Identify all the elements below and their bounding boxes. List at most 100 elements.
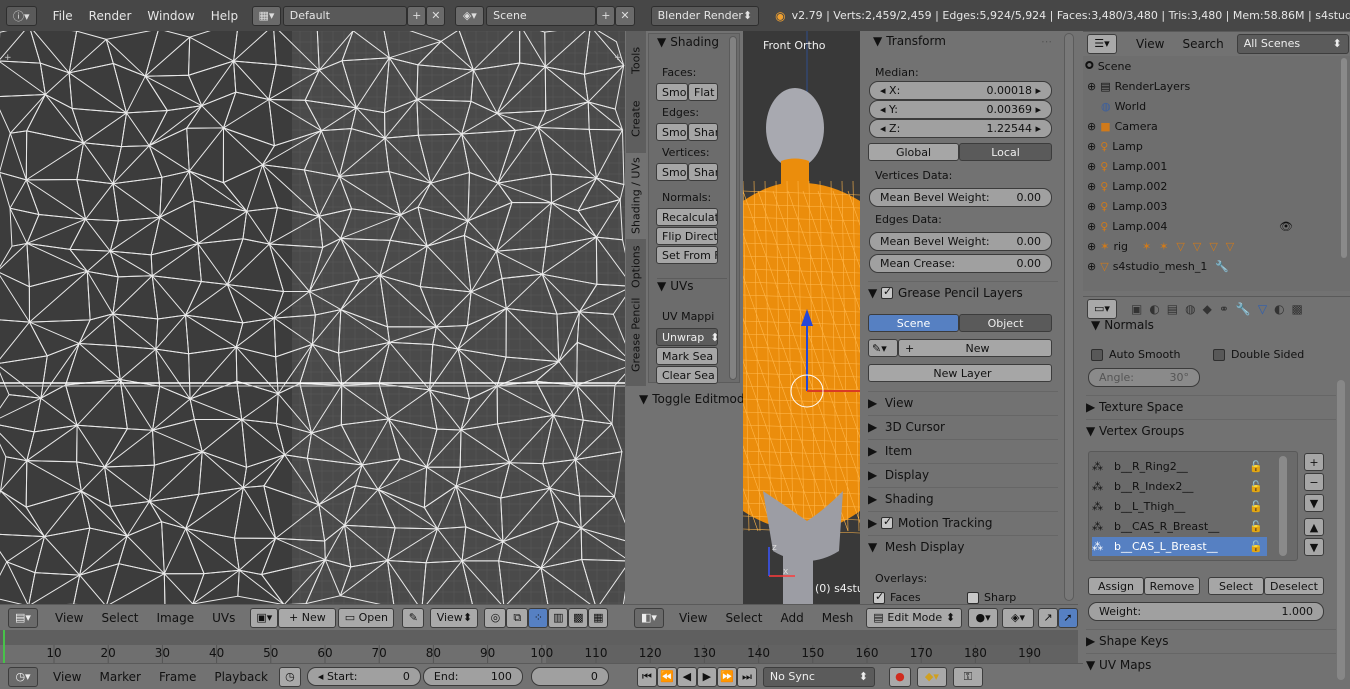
local-toggle[interactable]: Local xyxy=(959,143,1052,161)
double-sided-toggle[interactable]: Double Sided xyxy=(1213,348,1304,361)
uvs-panel-header[interactable]: ▼ UVs xyxy=(657,278,727,293)
item-panel-header[interactable]: ▶ Item xyxy=(868,439,1058,461)
tab-options[interactable]: Options xyxy=(626,243,646,291)
tool-shelf-scrollbar[interactable] xyxy=(729,36,737,380)
mode-dropdown[interactable]: ▤ Edit Mode ⬍ xyxy=(866,607,963,628)
uv-menu-uvs[interactable]: UVs xyxy=(203,611,244,625)
median-z-field[interactable]: ◂ Z: 1.22544 ▸ xyxy=(869,119,1052,138)
clear-seam-button[interactable]: Clear Sea xyxy=(656,366,718,384)
uv-menu-image[interactable]: Image xyxy=(148,611,204,625)
outliner-row-camera[interactable]: ⊕ ■ Camera xyxy=(1083,116,1338,136)
flip-direction-button[interactable]: Flip Direct xyxy=(656,227,718,245)
median-y-field[interactable]: ◂ Y: 0.00369 ▸ xyxy=(869,100,1052,119)
outliner-row-lamp-004[interactable]: ⊕ ♀ Lamp.004 👁 xyxy=(1083,216,1338,236)
edge-select-icon[interactable]: ▥ xyxy=(548,607,569,628)
grease-pencil-panel-header[interactable]: ▼ Grease Pencil Layers xyxy=(868,281,1058,303)
sync-dropdown[interactable]: No Sync ⬍ xyxy=(762,666,875,687)
editor-type-icon[interactable]: ☰▾ xyxy=(1087,33,1117,54)
motion-tracking-checkbox[interactable] xyxy=(881,515,894,529)
scene-icon[interactable]: ◈▾ xyxy=(455,5,485,26)
vertex-group-row[interactable]: ⁂ b__R_Ring2__ 🔓 xyxy=(1092,457,1267,476)
face-select-icon[interactable]: ▩ xyxy=(568,607,589,628)
lock-icon[interactable]: 🔓 xyxy=(1249,460,1263,473)
gp-scene-toggle[interactable]: Scene xyxy=(868,314,959,332)
sync-selection-icon[interactable]: ⧉ xyxy=(506,607,529,628)
menu-help[interactable]: Help xyxy=(203,9,246,23)
keying-icon[interactable]: ◆▾ xyxy=(916,666,947,687)
outliner-row-scene[interactable]: 🞉 Scene xyxy=(1083,56,1338,76)
property-context-icons[interactable]: ▣◐▤◍◆⚭🔧▽◐▩ xyxy=(1131,302,1310,316)
3d-viewport[interactable]: z x Front Ortho (0) s4stu xyxy=(743,31,860,604)
mark-seam-button[interactable]: Mark Sea xyxy=(656,347,718,365)
outliner-display-dropdown[interactable]: All Scenes ⬍ xyxy=(1236,33,1349,54)
jump-start-icon[interactable]: ⏮ xyxy=(636,666,657,687)
open-image-button[interactable]: ▭ Open xyxy=(338,607,395,628)
remove-button[interactable]: Remove xyxy=(1144,577,1200,595)
view3d-menu-mesh[interactable]: Mesh xyxy=(813,611,863,625)
grease-pencil-checkbox[interactable] xyxy=(881,285,894,299)
remove-vertex-group-button[interactable]: − xyxy=(1304,473,1324,491)
uv-menu-view[interactable]: View xyxy=(46,611,92,625)
prev-keyframe-icon[interactable]: ⏪ xyxy=(656,666,677,687)
next-keyframe-icon[interactable]: ⏩ xyxy=(716,666,737,687)
visibility-eye-icon[interactable]: 👁 xyxy=(1279,220,1293,233)
drag-handle-icon[interactable]: ⋯ xyxy=(1041,35,1052,48)
uv-menu-select[interactable]: Select xyxy=(92,611,147,625)
display-panel-header[interactable]: ▶ Display xyxy=(868,463,1058,485)
sharp-overlay-toggle[interactable]: Sharp xyxy=(967,591,1016,604)
timeline-menu-marker[interactable]: Marker xyxy=(90,670,149,684)
editor-type-icon[interactable]: ◧▾ xyxy=(634,607,664,628)
mesh-display-panel-header[interactable]: ▼ Mesh Display xyxy=(868,535,1058,557)
median-x-field[interactable]: ◂ X: 0.00018 ▸ xyxy=(869,81,1052,100)
select-button[interactable]: Select xyxy=(1208,577,1264,595)
editor-type-icon[interactable]: ◷▾ xyxy=(8,666,38,687)
uv-maps-panel-header[interactable]: ▼ UV Maps xyxy=(1086,653,1336,675)
tab-grease-pencil[interactable]: Grease Pencil xyxy=(626,295,646,375)
keying-set-icon[interactable]: ⚿ xyxy=(952,666,983,687)
timeline-menu-view[interactable]: View xyxy=(44,670,90,684)
outliner-row-lamp-003[interactable]: ⊕ ♀ Lamp.003 xyxy=(1083,196,1338,216)
preview-range-icon[interactable]: ◷ xyxy=(278,666,301,687)
menu-file[interactable]: File xyxy=(45,9,81,23)
outliner-row-lamp[interactable]: ⊕ ♀ Lamp xyxy=(1083,136,1338,156)
vertex-select-icon[interactable]: ⁘ xyxy=(528,607,549,628)
screen-layout-dropdown[interactable]: Default xyxy=(282,5,408,26)
npanel-scrollbar[interactable] xyxy=(1064,33,1074,601)
mean-crease-field[interactable]: Mean Crease: 0.00 xyxy=(869,254,1052,273)
outliner-menu-search[interactable]: Search xyxy=(1173,37,1232,51)
vertex-mean-bevel-field[interactable]: Mean Bevel Weight: 0.00 xyxy=(869,188,1052,207)
3d-cursor-panel-header[interactable]: ▶ 3D Cursor xyxy=(868,415,1058,437)
vertex-group-row-active[interactable]: ⁂ b__CAS_L_Breast__ 🔓 xyxy=(1092,537,1267,556)
lock-icon[interactable]: 🔓 xyxy=(1249,500,1263,513)
vertex-group-row[interactable]: ⁂ b__L_Thigh__ 🔓 xyxy=(1092,497,1267,516)
timeline-menu-playback[interactable]: Playback xyxy=(205,670,277,684)
screen-layout-icon[interactable]: ▦▾ xyxy=(252,5,281,26)
vertex-groups-scrollbar[interactable] xyxy=(1279,456,1287,556)
set-from-faces-button[interactable]: Set From F xyxy=(656,246,718,264)
render-engine-dropdown[interactable]: Blender Render ⬍ xyxy=(650,5,760,26)
editor-type-icon[interactable]: ▭▾ xyxy=(1087,298,1117,319)
pivot-point-icon[interactable]: ◈▾ xyxy=(1002,607,1034,628)
play-icon[interactable]: ▶ xyxy=(696,666,717,687)
pivot-icon[interactable]: ◎ xyxy=(484,607,507,628)
deselect-button[interactable]: Deselect xyxy=(1264,577,1324,595)
tab-tools[interactable]: Tools xyxy=(626,35,646,85)
gp-object-toggle[interactable]: Object xyxy=(959,314,1052,332)
lock-icon[interactable]: 🔓 xyxy=(1249,480,1263,493)
gp-pencil-icon[interactable]: ✎▾ xyxy=(868,339,898,357)
current-frame-field[interactable]: 0 xyxy=(530,667,609,686)
add-vertex-group-button[interactable]: + xyxy=(1304,453,1324,471)
faces-flat-button[interactable]: Flat xyxy=(688,83,718,101)
transform-panel-header[interactable]: ▼ Transform xyxy=(873,34,946,48)
view3d-menu-view[interactable]: View xyxy=(670,611,716,625)
record-icon[interactable]: ● xyxy=(888,666,911,687)
move-up-button[interactable]: ▲ xyxy=(1304,518,1324,536)
toggle-editmode-panel[interactable]: ▼ Toggle Editmode xyxy=(639,392,752,406)
edges-sharp-button[interactable]: Shar xyxy=(688,123,718,141)
outliner-row-lamp-001[interactable]: ⊕ ♀ Lamp.001 xyxy=(1083,156,1338,176)
manipulator-icon[interactable]: ↗ xyxy=(1037,607,1058,628)
auto-smooth-angle-field[interactable]: Angle: 30° xyxy=(1088,368,1200,387)
play-reverse-icon[interactable]: ◀ xyxy=(676,666,697,687)
gp-new-layer-button[interactable]: New Layer xyxy=(868,364,1052,382)
outliner-row-renderlayers[interactable]: ⊕ ▤ RenderLayers xyxy=(1083,76,1338,96)
